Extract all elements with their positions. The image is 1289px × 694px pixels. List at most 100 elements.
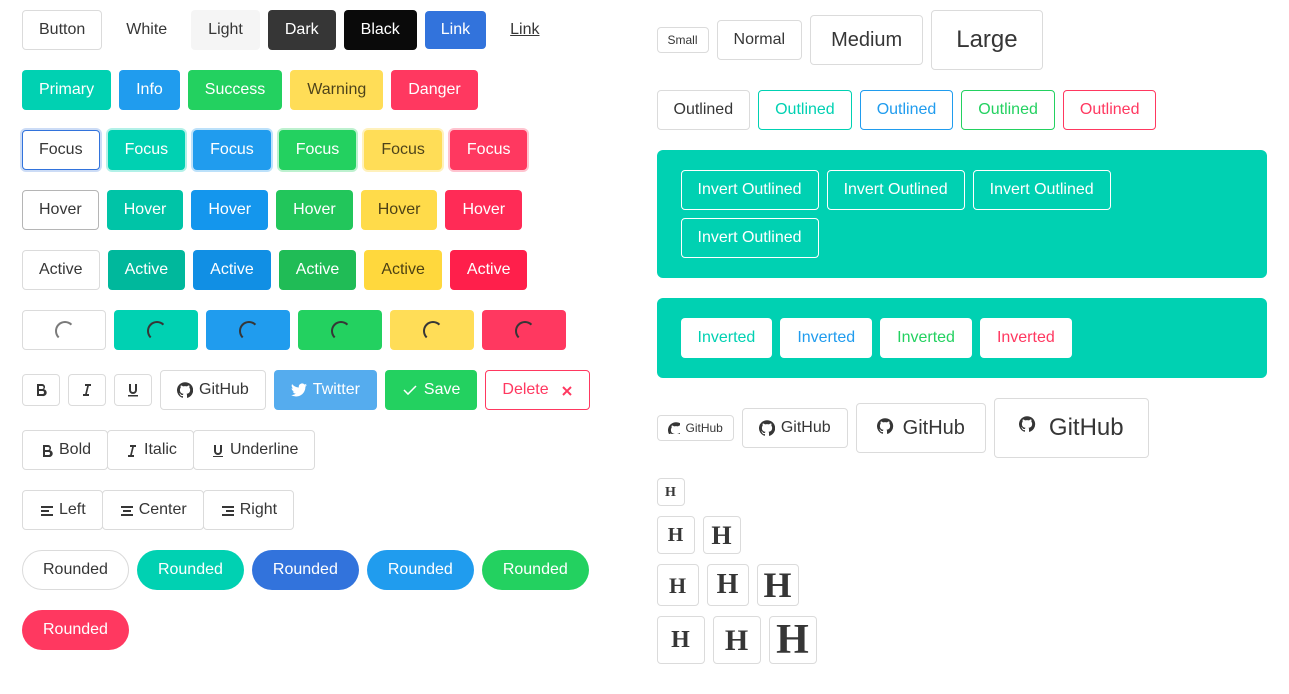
button-small[interactable]: Small bbox=[657, 27, 709, 53]
outlined-danger[interactable]: Outlined bbox=[1063, 90, 1157, 130]
github-icon bbox=[1019, 416, 1043, 440]
inverted-info[interactable]: Inverted bbox=[780, 318, 872, 358]
github-normal[interactable]: GitHub bbox=[742, 408, 848, 448]
h-row-1: H bbox=[657, 478, 1268, 506]
h-button[interactable]: H bbox=[657, 478, 685, 506]
outlined-default[interactable]: Outlined bbox=[657, 90, 751, 130]
outlined-primary[interactable]: Outlined bbox=[758, 90, 852, 130]
active-warning[interactable]: Active bbox=[364, 250, 442, 290]
focus-default[interactable]: Focus bbox=[22, 130, 100, 170]
inverted-danger[interactable]: Inverted bbox=[980, 318, 1072, 358]
focus-primary[interactable]: Focus bbox=[108, 130, 186, 170]
button-large[interactable]: Large bbox=[931, 10, 1042, 70]
save-button[interactable]: Save bbox=[385, 370, 477, 410]
delete-label: Delete bbox=[502, 378, 548, 402]
hover-default[interactable]: Hover bbox=[22, 190, 99, 230]
align-left-button[interactable]: Left bbox=[22, 490, 103, 530]
button-medium[interactable]: Medium bbox=[810, 15, 923, 65]
italic-label: Italic bbox=[144, 438, 177, 462]
heading-icon: H bbox=[776, 609, 809, 672]
twitter-button[interactable]: Twitter bbox=[274, 370, 377, 410]
heading-icon: H bbox=[671, 622, 690, 658]
rounded-default[interactable]: Rounded bbox=[22, 550, 129, 590]
button-link-text[interactable]: Link bbox=[494, 11, 555, 49]
github-label: GitHub bbox=[1049, 410, 1124, 446]
h-button[interactable]: H bbox=[707, 564, 749, 606]
button-danger[interactable]: Danger bbox=[391, 70, 477, 110]
h-button[interactable]: H bbox=[713, 616, 761, 664]
active-default[interactable]: Active bbox=[22, 250, 100, 290]
loading-primary[interactable]: . bbox=[114, 310, 198, 350]
loading-info[interactable]: . bbox=[206, 310, 290, 350]
focus-danger[interactable]: Focus bbox=[450, 130, 528, 170]
inverted-success[interactable]: Inverted bbox=[880, 318, 972, 358]
heading-icon: H bbox=[717, 564, 739, 606]
rounded-info[interactable]: Rounded bbox=[367, 550, 474, 590]
outlined-success[interactable]: Outlined bbox=[961, 90, 1055, 130]
h-button[interactable]: H bbox=[657, 616, 705, 664]
rounded-danger[interactable]: Rounded bbox=[22, 610, 129, 650]
button-link[interactable]: Link bbox=[425, 11, 486, 49]
loading-default[interactable]: . bbox=[22, 310, 106, 350]
hover-primary[interactable]: Hover bbox=[107, 190, 184, 230]
active-info[interactable]: Active bbox=[193, 250, 271, 290]
loading-warning[interactable]: . bbox=[390, 310, 474, 350]
github-size-row: GitHub GitHub GitHub GitHub bbox=[657, 398, 1268, 458]
italic-button[interactable]: Italic bbox=[107, 430, 194, 470]
right-label: Right bbox=[240, 498, 277, 522]
h-button[interactable]: H bbox=[657, 516, 695, 554]
focus-buttons-row: Focus Focus Focus Focus Focus Focus bbox=[22, 130, 633, 170]
underline-button[interactable]: Underline bbox=[193, 430, 315, 470]
h-button[interactable]: H bbox=[769, 616, 817, 664]
invert-outlined-2[interactable]: Invert Outlined bbox=[827, 170, 965, 210]
button-info[interactable]: Info bbox=[119, 70, 180, 110]
active-success[interactable]: Active bbox=[279, 250, 357, 290]
align-center-button[interactable]: Center bbox=[102, 490, 204, 530]
h-button[interactable]: H bbox=[703, 516, 741, 554]
hover-warning[interactable]: Hover bbox=[361, 190, 438, 230]
active-danger[interactable]: Active bbox=[450, 250, 528, 290]
hover-success[interactable]: Hover bbox=[276, 190, 353, 230]
button-black[interactable]: Black bbox=[344, 10, 417, 50]
invert-outlined-3[interactable]: Invert Outlined bbox=[973, 170, 1111, 210]
button-white[interactable]: White bbox=[110, 11, 183, 49]
button-warning[interactable]: Warning bbox=[290, 70, 383, 110]
bold-button[interactable]: Bold bbox=[22, 430, 108, 470]
italic-icon-button[interactable] bbox=[68, 374, 106, 406]
loading-danger[interactable]: . bbox=[482, 310, 566, 350]
twitter-label: Twitter bbox=[313, 378, 360, 402]
github-button[interactable]: GitHub bbox=[160, 370, 266, 410]
bold-icon-button[interactable] bbox=[22, 374, 60, 406]
invert-outlined-4[interactable]: Invert Outlined bbox=[681, 218, 819, 258]
button-default[interactable]: Button bbox=[22, 10, 102, 50]
button-normal[interactable]: Normal bbox=[717, 20, 803, 60]
rounded-primary[interactable]: Rounded bbox=[137, 550, 244, 590]
delete-button[interactable]: Delete bbox=[485, 370, 589, 410]
hover-danger[interactable]: Hover bbox=[445, 190, 522, 230]
button-light[interactable]: Light bbox=[191, 10, 260, 50]
h-button[interactable]: H bbox=[657, 564, 699, 606]
twitter-icon bbox=[291, 382, 307, 398]
inverted-primary[interactable]: Inverted bbox=[681, 318, 773, 358]
align-right-button[interactable]: Right bbox=[203, 490, 294, 530]
github-small[interactable]: GitHub bbox=[657, 415, 734, 441]
underline-icon-button[interactable] bbox=[114, 374, 152, 406]
focus-info[interactable]: Focus bbox=[193, 130, 271, 170]
github-label: GitHub bbox=[686, 419, 723, 437]
rounded-link[interactable]: Rounded bbox=[252, 550, 359, 590]
button-primary[interactable]: Primary bbox=[22, 70, 111, 110]
button-dark[interactable]: Dark bbox=[268, 10, 336, 50]
github-large[interactable]: GitHub bbox=[994, 398, 1149, 458]
button-success[interactable]: Success bbox=[188, 70, 282, 110]
hover-info[interactable]: Hover bbox=[191, 190, 268, 230]
focus-success[interactable]: Focus bbox=[279, 130, 357, 170]
active-primary[interactable]: Active bbox=[108, 250, 186, 290]
outlined-info[interactable]: Outlined bbox=[860, 90, 954, 130]
loading-success[interactable]: . bbox=[298, 310, 382, 350]
invert-outlined-1[interactable]: Invert Outlined bbox=[681, 170, 819, 210]
italic-icon bbox=[124, 443, 138, 457]
focus-warning[interactable]: Focus bbox=[364, 130, 442, 170]
h-button[interactable]: H bbox=[757, 564, 799, 606]
github-medium[interactable]: GitHub bbox=[856, 403, 986, 453]
rounded-success[interactable]: Rounded bbox=[482, 550, 589, 590]
